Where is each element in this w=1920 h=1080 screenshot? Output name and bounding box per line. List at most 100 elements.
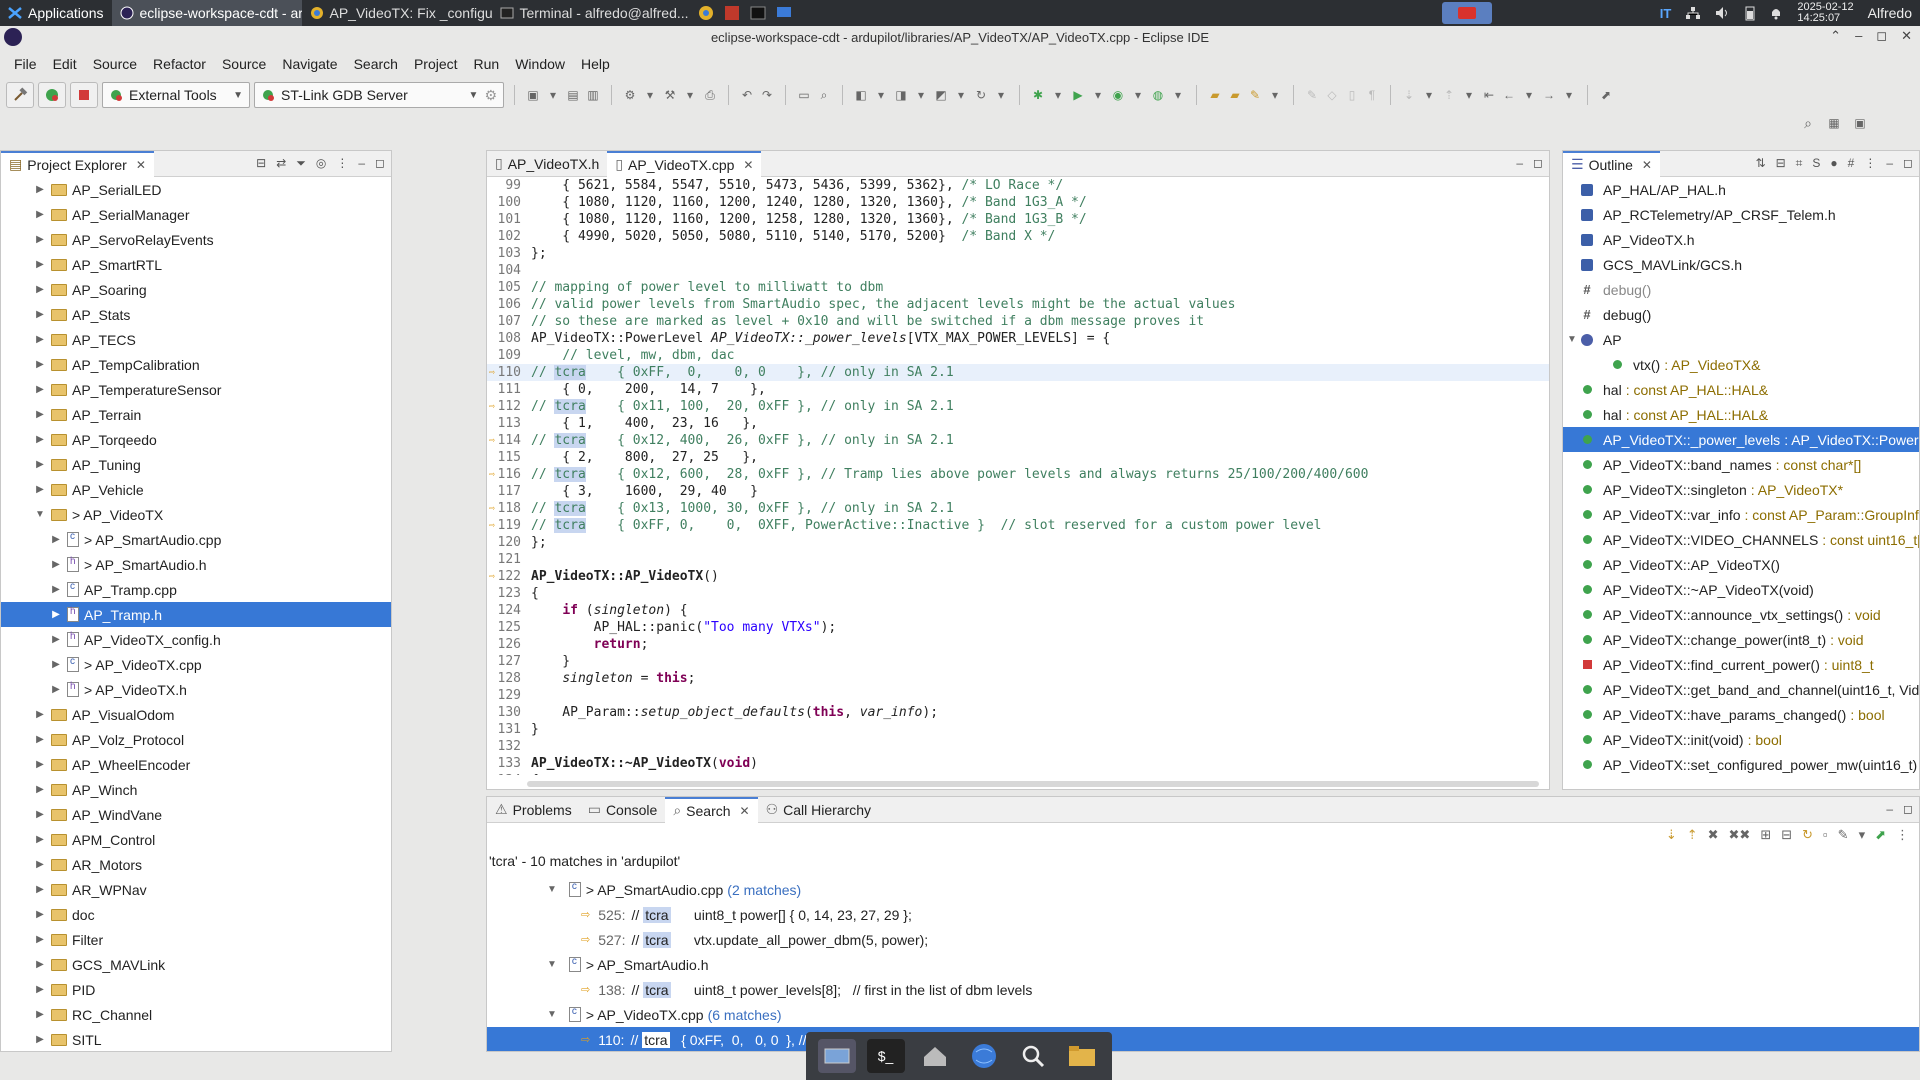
code-line[interactable]: 105 // mapping of power level to milliwat…	[487, 279, 1549, 296]
user-name[interactable]: Alfredo	[1868, 5, 1912, 21]
sort-icon[interactable]: ⇅	[1756, 156, 1766, 171]
chevron-right-icon[interactable]: ▶	[33, 959, 47, 970]
prev-match-icon[interactable]: ⇡	[1687, 827, 1698, 843]
tree-item[interactable]: ▼ > AP_VideoTX	[1, 502, 391, 527]
code-line[interactable]: ⇨ 112// tcra { 0x11, 100, 20, 0xFF }, // …	[487, 398, 1549, 415]
chevron-down-icon[interactable]: ▾	[682, 87, 698, 103]
tree-item[interactable]: ▶ AP_SerialManager	[1, 202, 391, 227]
menu-navigate[interactable]: Navigate	[274, 56, 345, 72]
tab-problems[interactable]: ⚠ Problems	[487, 797, 580, 823]
chevron-down-icon[interactable]: ▾	[545, 87, 561, 103]
new-cpp-project-icon[interactable]: ◧	[853, 87, 869, 103]
tree-item[interactable]: ▶ > AP_SmartAudio.cpp	[1, 527, 391, 552]
tree-item[interactable]: ▶ APM_Control	[1, 827, 391, 852]
close-icon[interactable]: ✕	[1642, 158, 1652, 172]
code-line[interactable]: 134{	[487, 772, 1549, 775]
whitespace-icon[interactable]: ¶	[1364, 87, 1380, 103]
chevron-down-icon[interactable]: ▼	[547, 884, 557, 895]
tree-item[interactable]: ▶ AP_SmartRTL	[1, 252, 391, 277]
undo-icon[interactable]: ↶	[739, 87, 755, 103]
code-line[interactable]: 120};	[487, 534, 1549, 551]
editor-tab[interactable]: ▯ AP_VideoTX.h	[487, 151, 607, 177]
code-line[interactable]: 132	[487, 738, 1549, 755]
code-line[interactable]: 131}	[487, 721, 1549, 738]
code-line[interactable]: 100 { 1080, 1120, 1160, 1200, 1240, 1280…	[487, 194, 1549, 211]
tree-item[interactable]: ▶ AP_VisualOdom	[1, 702, 391, 727]
code-line[interactable]: 99 { 5621, 5584, 5547, 5510, 5473, 5436,…	[487, 177, 1549, 194]
chevron-right-icon[interactable]: ▶	[33, 434, 47, 445]
tab-project-explorer[interactable]: ▤ Project Explorer ✕	[1, 150, 154, 177]
search-result-match[interactable]: ⇨ 138: //tcra uint8_t power_levels[8]; // …	[487, 977, 1919, 1002]
outline-item[interactable]: AP_VideoTX::_power_levels: AP_VideoTX::P…	[1563, 427, 1919, 452]
web-browser-icon[interactable]	[965, 1039, 1003, 1073]
search-result-match[interactable]: ⇨ 110://tcra { 0xFF, 0, 0, 0 }, // only i…	[487, 1027, 1919, 1051]
view-menu-icon[interactable]: ⋮	[336, 156, 348, 171]
chevron-right-icon[interactable]: ▶	[33, 734, 47, 745]
code-area[interactable]: 99 { 5621, 5584, 5547, 5510, 5473, 5436,…	[487, 177, 1549, 775]
editor-tab[interactable]: ▯ AP_VideoTX.cpp ✕	[607, 150, 762, 177]
tree-item[interactable]: ▶ AP_TemperatureSensor	[1, 377, 391, 402]
clock[interactable]: 2025-02-12 14:25:07	[1797, 2, 1853, 24]
workspace-switcher[interactable]	[1441, 2, 1492, 24]
back-icon[interactable]: ←	[1501, 87, 1517, 103]
save-all-icon[interactable]: ▥	[585, 87, 601, 103]
new-class-icon[interactable]: ◩	[933, 87, 949, 103]
chevron-right-icon[interactable]: ▶	[33, 709, 47, 720]
tree-item[interactable]: ▶ > AP_VideoTX.cpp	[1, 652, 391, 677]
chevron-down-icon[interactable]: ▾	[1461, 87, 1477, 103]
open-folder-icon[interactable]: ▰	[1207, 87, 1223, 103]
tree-item[interactable]: ▶ PID	[1, 977, 391, 1002]
next-annotation-icon[interactable]: ⇣	[1401, 87, 1417, 103]
chevron-down-icon[interactable]: ▾	[993, 87, 1009, 103]
external-tools-combo[interactable]: External Tools ▼	[102, 82, 250, 108]
chevron-down-icon[interactable]: ▾	[1170, 87, 1186, 103]
forward-icon[interactable]: →	[1541, 87, 1557, 103]
tree-item[interactable]: ▶ AP_WheelEncoder	[1, 752, 391, 777]
focus-icon[interactable]: ◎	[316, 156, 326, 171]
tree-item[interactable]: ▶ AP_Vehicle	[1, 477, 391, 502]
hash-icon[interactable]: #	[1848, 156, 1855, 171]
coverage-icon[interactable]: ◉	[1110, 87, 1126, 103]
chevron-down-icon[interactable]: ▼	[547, 959, 557, 970]
tree-item[interactable]: ▶ SITL	[1, 1027, 391, 1051]
toggle-mark-icon[interactable]: ✎	[1304, 87, 1320, 103]
outline-item[interactable]: hal: const AP_HAL::HAL&	[1563, 402, 1919, 427]
close-icon[interactable]: ✕	[740, 804, 750, 818]
search-result-match[interactable]: ⇨ 527: //tcra vtx.update_all_power_dbm(5, …	[487, 927, 1919, 952]
outline-item[interactable]: AP_VideoTX::var_info: const AP_Param::Gr…	[1563, 502, 1919, 527]
view-menu-icon[interactable]: ⋮	[1864, 156, 1876, 171]
chevron-down-icon[interactable]: ▾	[1130, 87, 1146, 103]
chevron-down-icon[interactable]: ▼	[547, 1009, 557, 1020]
menu-source[interactable]: Source	[214, 56, 274, 72]
code-line[interactable]: ⇨ 110// tcra { 0xFF, 0, 0, 0 }, // only i…	[487, 364, 1549, 381]
chevron-down-icon[interactable]: ▾	[1090, 87, 1106, 103]
applications-menu[interactable]: Applications	[0, 0, 112, 26]
chrome-launcher-icon[interactable]	[698, 5, 714, 21]
code-line[interactable]: 106 // valid power levels from SmartAudio…	[487, 296, 1549, 313]
outline-item[interactable]: AP_VideoTX::AP_VideoTX()	[1563, 552, 1919, 577]
minimize-icon[interactable]: –	[1516, 156, 1523, 170]
chevron-down-icon[interactable]: ▾	[1561, 87, 1577, 103]
tree-item[interactable]: ▶ AP_WindVane	[1, 802, 391, 827]
hide-fields-icon[interactable]: ⌗	[1796, 156, 1803, 171]
task-eclipse[interactable]: eclipse-workspace-cdt - ar...	[111, 0, 302, 26]
tab-search[interactable]: ⌕ Search ✕	[665, 796, 758, 823]
chevron-down-icon[interactable]: ▾	[1521, 87, 1537, 103]
monitor-launcher-icon[interactable]	[776, 5, 792, 21]
chevron-down-icon[interactable]: ▾	[1267, 87, 1283, 103]
save-icon[interactable]: ▤	[565, 87, 581, 103]
terminal-dock-icon[interactable]: $_	[866, 1039, 905, 1073]
tree-item[interactable]: ▶ AP_Torqeedo	[1, 427, 391, 452]
terminal-launcher-icon[interactable]	[750, 5, 766, 21]
print-icon[interactable]: ⎙	[702, 87, 718, 103]
tree-item[interactable]: ▶ AP_Tramp.h	[1, 602, 391, 627]
file-manager-icon[interactable]	[1063, 1039, 1101, 1073]
code-line[interactable]: ⇨ 122 AP_VideoTX::AP_VideoTX()	[487, 568, 1549, 585]
tree-item[interactable]: ▶ AP_Tuning	[1, 452, 391, 477]
outline-item[interactable]: # debug()	[1563, 302, 1919, 327]
task-browser[interactable]: AP_VideoTX: Fix _configur...	[302, 0, 492, 26]
chevron-right-icon[interactable]: ▶	[33, 234, 47, 245]
outline-item[interactable]: AP_VideoTX::get_band_and_channel(uint16_…	[1563, 677, 1919, 702]
code-line[interactable]: 121	[487, 551, 1549, 568]
chevron-right-icon[interactable]: ▶	[33, 909, 47, 920]
